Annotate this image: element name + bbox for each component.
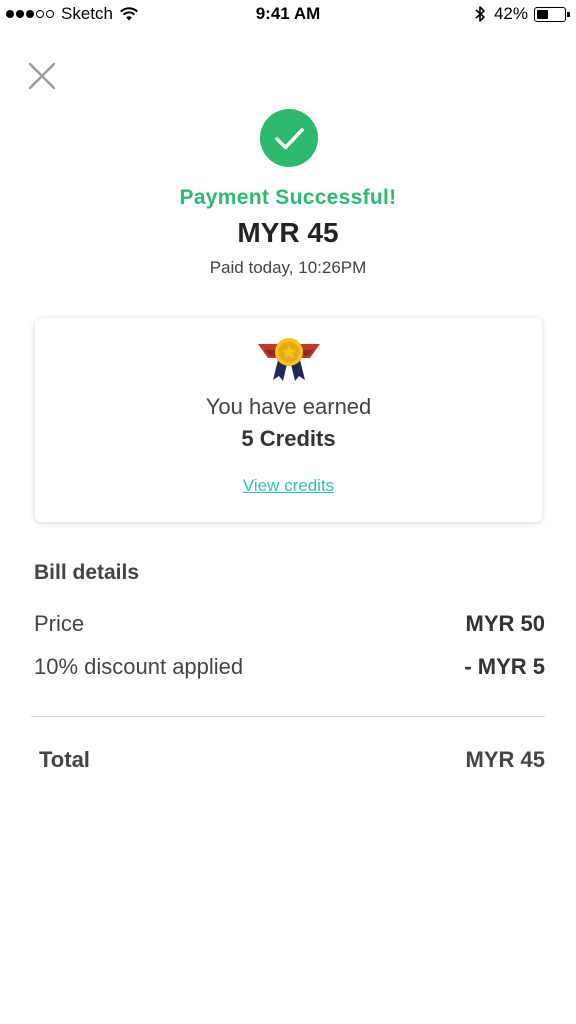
payment-success-title: Payment Successful! — [179, 186, 397, 209]
bill-row-price: Price MYR 50 — [34, 611, 545, 637]
earned-label: You have earned — [205, 394, 372, 419]
battery-fill — [537, 9, 548, 19]
payment-amount: MYR 45 — [237, 217, 339, 248]
status-bar: Sketch 9:41 AM 42% — [0, 0, 576, 28]
status-right: 42% — [474, 4, 570, 24]
paid-time: Paid today, 10:26PM — [209, 258, 367, 277]
credits-card: You have earned 5 Credits View credits — [35, 318, 542, 522]
bill-row-value: - MYR 5 — [464, 654, 545, 679]
bill-total-row: Total MYR 45 — [39, 747, 545, 773]
total-value: MYR 45 — [465, 747, 545, 772]
battery-icon — [534, 6, 570, 22]
battery-percent: 42% — [493, 4, 528, 23]
check-circle-icon — [260, 109, 318, 167]
credits-count: 5 Credits — [241, 426, 336, 451]
divider — [31, 716, 545, 717]
bill-row-discount: 10% discount applied - MYR 5 — [34, 654, 545, 680]
view-credits-link[interactable]: View credits — [35, 476, 542, 496]
close-icon[interactable] — [26, 60, 58, 92]
bill-row-label: 10% discount applied — [34, 654, 244, 679]
bill-row-label: Price — [34, 611, 85, 636]
bluetooth-icon — [475, 6, 485, 22]
bill-row-value: MYR 50 — [465, 611, 545, 636]
bill-details-heading: Bill details — [34, 561, 140, 584]
medal-icon — [258, 338, 320, 381]
total-label: Total — [39, 747, 90, 772]
